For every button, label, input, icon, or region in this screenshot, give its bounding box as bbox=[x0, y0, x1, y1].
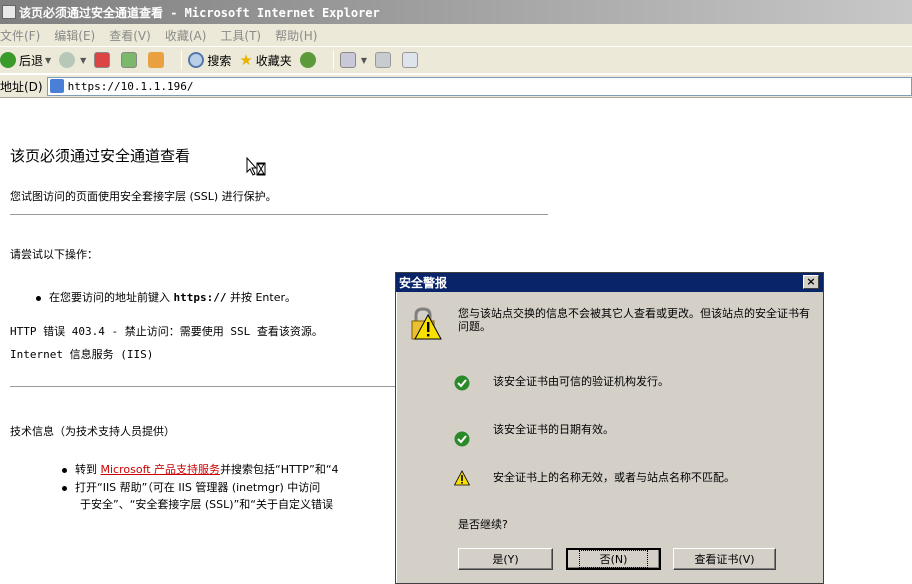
home-icon bbox=[148, 52, 165, 68]
search-button[interactable]: 搜索 bbox=[188, 52, 231, 69]
view-certificate-label: 查看证书(V) bbox=[694, 553, 755, 566]
dialog-title: 安全警报 bbox=[399, 276, 448, 290]
support-link[interactable]: Microsoft 产品支持服务 bbox=[101, 463, 221, 476]
mail-dropdown-icon[interactable]: ▼ bbox=[361, 56, 367, 65]
dialog-title-bar[interactable]: 安全警报 bbox=[396, 273, 823, 292]
dialog-message: 您与该站点交换的信息不会被其它人查看或更改。但该站点的安全证书有问题。 bbox=[458, 307, 810, 333]
check-date-text: 该安全证书的日期有效。 bbox=[493, 423, 614, 436]
no-label: 否(N) bbox=[578, 550, 649, 568]
window-title: 该页必须通过安全通道查看 - Microsoft Internet Explor… bbox=[19, 5, 380, 20]
menu-favorites[interactable]: 收藏(A) bbox=[165, 27, 207, 44]
toolbar-separator bbox=[332, 51, 334, 69]
bullet3-line1: 打开“IIS 帮助”（可在 IIS 管理器 (inetmgr) 中访问 bbox=[75, 481, 321, 494]
view-certificate-button[interactable]: 查看证书(V) bbox=[673, 548, 776, 570]
forward-dropdown-icon[interactable]: ▼ bbox=[80, 56, 86, 65]
stop-button[interactable] bbox=[94, 52, 113, 68]
page-subtitle: 您试图访问的页面使用安全套接字层 (SSL) 进行保护。 bbox=[10, 190, 277, 203]
print-button[interactable] bbox=[374, 52, 394, 68]
address-bar: 地址(D) https://10.1.1.196/ bbox=[0, 74, 912, 98]
divider bbox=[10, 214, 548, 215]
mail-button[interactable]: ▼ bbox=[339, 52, 367, 68]
edit-icon bbox=[401, 52, 418, 68]
bullet-dot bbox=[36, 295, 41, 301]
list-item: 在您要访问的地址前键入 https:// 并按 Enter。 bbox=[36, 289, 296, 305]
back-arrow-icon bbox=[0, 52, 16, 68]
list-item: 打开“IIS 帮助”（可在 IIS 管理器 (inetmgr) 中访问 bbox=[62, 479, 320, 495]
stop-icon bbox=[94, 52, 111, 68]
search-label: 搜索 bbox=[207, 53, 232, 68]
server-line: Internet 信息服务 (IIS) bbox=[10, 348, 154, 361]
try-heading: 请尝试以下操作： bbox=[10, 248, 98, 261]
bullet1-suffix: 并按 Enter。 bbox=[229, 291, 297, 304]
address-url: https://10.1.1.196/ bbox=[67, 79, 194, 93]
forward-arrow-icon bbox=[59, 52, 76, 68]
forward-button[interactable]: ▼ bbox=[59, 52, 86, 68]
bullet2-prefix: 转到 bbox=[75, 463, 97, 476]
busy-cursor-icon bbox=[246, 157, 266, 176]
history-icon bbox=[299, 52, 316, 68]
no-button[interactable]: 否(N) bbox=[566, 548, 661, 570]
menu-view[interactable]: 查看(V) bbox=[109, 27, 151, 44]
print-icon bbox=[374, 52, 391, 68]
continue-question: 是否继续? bbox=[458, 518, 508, 531]
dialog-close-button[interactable]: × bbox=[803, 275, 819, 289]
back-button[interactable]: 后退 ▼ bbox=[0, 52, 51, 69]
menu-file[interactable]: 文件(F) bbox=[0, 27, 40, 44]
warning-icon bbox=[454, 470, 470, 486]
edit-button[interactable] bbox=[401, 52, 421, 68]
padlock-warning-icon bbox=[411, 307, 442, 340]
menu-bar: 文件(F) 编辑(E) 查看(V) 收藏(A) 工具(T) 帮助(H) bbox=[0, 24, 912, 46]
back-label: 后退 bbox=[19, 53, 44, 68]
address-input[interactable]: https://10.1.1.196/ bbox=[46, 76, 912, 96]
menu-edit[interactable]: 编辑(E) bbox=[54, 27, 95, 44]
tech-heading: 技术信息（为技术支持人员提供） bbox=[10, 425, 175, 438]
favorites-label: 收藏夹 bbox=[255, 53, 292, 68]
ie-window-icon bbox=[2, 5, 16, 19]
mail-icon bbox=[339, 52, 356, 68]
security-alert-dialog: 安全警报 × 您与该站点交换的信息不会被其它人查看或更改。但该站点的安全证书有问… bbox=[395, 272, 824, 584]
history-button[interactable] bbox=[299, 52, 319, 68]
bullet3-line2: 于安全”、“安全套接字层 (SSL)”和“关于自定义错误 bbox=[80, 498, 333, 511]
bullet1-prefix: 在您要访问的地址前键入 bbox=[49, 291, 170, 304]
toolbar: 后退 ▼ ▼ 搜索 ★ 收藏夹 ▼ bbox=[0, 46, 912, 73]
bullet-dot bbox=[62, 467, 67, 473]
address-label: 地址(D) bbox=[0, 79, 43, 94]
refresh-button[interactable] bbox=[121, 52, 140, 68]
home-button[interactable] bbox=[148, 52, 167, 68]
divider bbox=[10, 386, 400, 387]
bullet1-code: https:// bbox=[173, 291, 227, 304]
search-icon bbox=[188, 52, 205, 68]
favorites-button[interactable]: ★ 收藏夹 bbox=[239, 52, 291, 69]
list-item: 转到 Microsoft 产品支持服务并搜索包括“HTTP”和“4 bbox=[62, 461, 339, 477]
check-name-text: 安全证书上的名称无效，或者与站点名称不匹配。 bbox=[493, 471, 735, 484]
page-title: 该页必须通过安全通道查看 bbox=[10, 147, 191, 165]
menu-tools[interactable]: 工具(T) bbox=[220, 27, 261, 44]
menu-help[interactable]: 帮助(H) bbox=[275, 27, 317, 44]
check-issuer-text: 该安全证书由可信的验证机构发行。 bbox=[493, 375, 669, 388]
yes-button[interactable]: 是(Y) bbox=[458, 548, 553, 570]
check-ok-icon bbox=[454, 431, 470, 447]
page-icon bbox=[49, 79, 64, 93]
toolbar-separator bbox=[181, 51, 183, 69]
window-title-bar[interactable]: 该页必须通过安全通道查看 - Microsoft Internet Explor… bbox=[0, 0, 912, 24]
check-ok-icon bbox=[454, 375, 470, 391]
error-line: HTTP 错误 403.4 - 禁止访问：需要使用 SSL 查看该资源。 bbox=[10, 325, 323, 338]
back-dropdown-icon[interactable]: ▼ bbox=[45, 56, 51, 65]
refresh-icon bbox=[121, 52, 138, 68]
bullet2-suffix: 并搜索包括“HTTP”和“4 bbox=[220, 463, 339, 476]
bullet-dot bbox=[62, 485, 67, 491]
yes-label: 是(Y) bbox=[492, 553, 519, 566]
star-icon: ★ bbox=[239, 51, 253, 69]
